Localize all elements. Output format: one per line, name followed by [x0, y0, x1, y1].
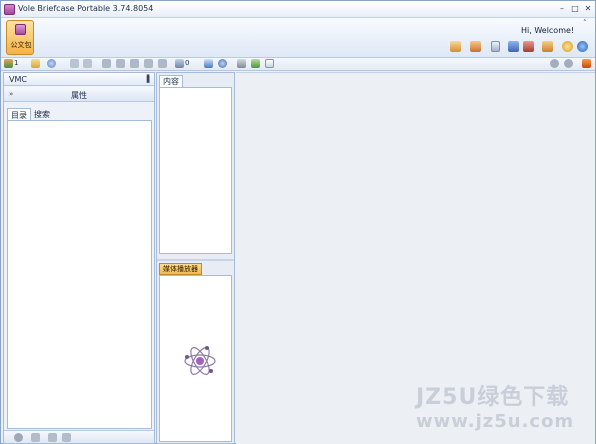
app-icon	[4, 4, 15, 15]
list-icon[interactable]	[31, 433, 40, 442]
doc2-icon[interactable]	[116, 59, 125, 68]
nav-forward-icon[interactable]	[564, 59, 573, 68]
doc1-icon[interactable]	[102, 59, 111, 68]
nav-back-icon[interactable]	[550, 59, 559, 68]
forward-icon[interactable]	[83, 59, 92, 68]
app-window: Vole Briefcase Portable 3.74.8054 – □ ✕ …	[0, 0, 596, 444]
watermark-url: www.jz5u.com	[416, 411, 575, 432]
content-panel[interactable]	[159, 87, 232, 254]
chevron-down-icon: »	[9, 90, 14, 98]
folder-icon[interactable]	[31, 59, 40, 68]
office-icon[interactable]	[582, 59, 591, 68]
vmc-label: VMC	[9, 75, 27, 84]
tab-content[interactable]: 内容	[159, 75, 183, 87]
tools-icon[interactable]	[470, 41, 481, 52]
title-bar: Vole Briefcase Portable 3.74.8054 – □ ✕	[1, 1, 595, 18]
watermark-title: JZ5U绿色下载	[416, 385, 570, 410]
doc5-icon[interactable]	[158, 59, 167, 68]
media-player-panel	[159, 275, 232, 442]
sync-icon[interactable]	[218, 59, 227, 68]
left-bottom-toolbar	[4, 430, 154, 443]
back-icon[interactable]	[70, 59, 79, 68]
collapse-icon[interactable]	[62, 433, 71, 442]
doc3-icon[interactable]	[130, 59, 139, 68]
welcome-text: Hi, Welcome!	[521, 26, 575, 35]
vmc-header: VMC ▐	[4, 73, 154, 86]
refresh-icon[interactable]	[14, 433, 23, 442]
disk-icon[interactable]	[47, 59, 56, 68]
medal-icon[interactable]	[562, 41, 573, 52]
paint-icon[interactable]	[450, 41, 461, 52]
minimize-button[interactable]: –	[556, 3, 568, 14]
briefcase-label: 公文包	[10, 41, 32, 49]
toolbar: 1 0	[1, 58, 595, 71]
window-title: Vole Briefcase Portable 3.74.8054	[18, 4, 154, 13]
calc-icon[interactable]	[175, 59, 184, 68]
briefcase-button[interactable]: 公文包	[6, 20, 34, 55]
book-icon[interactable]	[491, 41, 500, 52]
middle-pane: 内容 媒体播放器	[156, 72, 235, 444]
properties-label: 属性	[71, 91, 87, 100]
watermark: JZ5U绿色下载 www.jz5u.com	[416, 379, 574, 432]
pane-divider[interactable]	[157, 259, 234, 261]
maximize-button[interactable]: □	[569, 3, 581, 14]
expand-icon[interactable]	[48, 433, 57, 442]
ruler-icon[interactable]	[542, 41, 553, 52]
shield-icon[interactable]	[508, 41, 519, 52]
abc-icon[interactable]	[204, 59, 213, 68]
edit-icon[interactable]	[251, 59, 260, 68]
clock-icon[interactable]	[237, 59, 246, 68]
pin-icon[interactable]: ▐	[144, 75, 149, 83]
layout-icon[interactable]	[265, 59, 274, 68]
main-area: JZ5U绿色下载 www.jz5u.com	[236, 72, 595, 444]
atom-icon	[184, 346, 216, 375]
close-button[interactable]: ✕	[582, 3, 594, 14]
briefcase-icon	[15, 24, 26, 35]
doc4-icon[interactable]	[144, 59, 153, 68]
toc-panel[interactable]	[7, 120, 152, 429]
toolbar-count-1: 1	[14, 59, 19, 67]
web-icon[interactable]	[523, 41, 534, 52]
ribbon-collapse-button[interactable]: ˄	[583, 19, 587, 27]
info-icon[interactable]	[577, 41, 588, 52]
ribbon: 公文包 ˄ Hi, Welcome!	[1, 18, 595, 58]
toolbar-count-2: 0	[185, 59, 190, 67]
chart-icon[interactable]	[4, 59, 13, 68]
properties-header[interactable]: » 属性	[4, 87, 154, 102]
tab-media-player[interactable]: 媒体播放器	[159, 263, 202, 275]
left-pane: VMC ▐ » 属性 目录 搜索	[3, 72, 155, 444]
